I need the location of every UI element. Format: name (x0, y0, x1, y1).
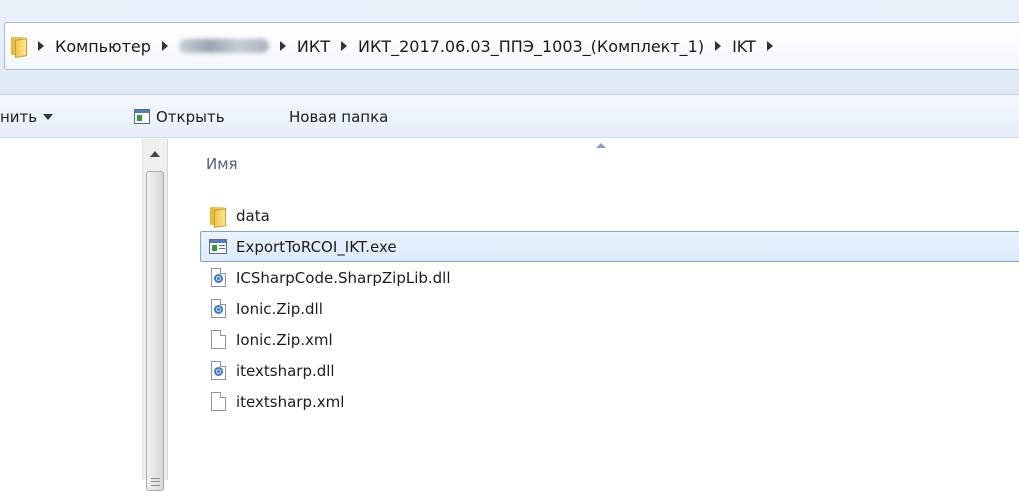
file-row-data[interactable]: data (200, 200, 1019, 231)
dll-icon (208, 299, 228, 319)
new-folder-label: Новая папка (289, 107, 389, 126)
open-window-icon (134, 109, 150, 125)
file-name: ExportToRCOI_IKT.exe (236, 237, 397, 256)
breadcrumb-ikt[interactable]: ИКТ (297, 37, 330, 56)
address-bar-area: Компьютер ИКТ ИКТ_2017.06.03_ППЭ_1003_(К… (0, 0, 1019, 94)
breadcrumb-chevron-icon[interactable] (279, 41, 286, 51)
folder-icon (208, 206, 228, 228)
breadcrumb-computer[interactable]: Компьютер (55, 37, 151, 56)
open-button[interactable]: Открыть (134, 95, 225, 138)
breadcrumb-chevron-icon[interactable] (766, 41, 773, 51)
address-bar[interactable]: Компьютер ИКТ ИКТ_2017.06.03_ППЭ_1003_(К… (4, 22, 1019, 70)
breadcrumb-ikt-current[interactable]: IKT (732, 37, 756, 56)
file-name: itextsharp.xml (236, 392, 345, 411)
new-folder-button[interactable]: Новая папка (289, 95, 388, 138)
file-list: data ExportToRCOI_IKT.exe ICSharpCode.Sh… (200, 200, 1019, 417)
breadcrumb-chevron-icon[interactable] (715, 41, 722, 51)
file-name: Ionic.Zip.xml (236, 330, 333, 349)
file-icon (208, 392, 228, 412)
breadcrumb-blurred-user[interactable] (178, 39, 269, 53)
grip-icon (151, 478, 160, 486)
file-row-sharpziplib[interactable]: ICSharpCode.SharpZipLib.dll (200, 262, 1019, 293)
scroll-up-button[interactable] (143, 139, 167, 169)
open-label: Открыть (156, 107, 225, 126)
file-name: ICSharpCode.SharpZipLib.dll (236, 268, 451, 287)
file-row-itextsharp-dll[interactable]: itextsharp.dll (200, 355, 1019, 386)
scroll-thumb[interactable] (146, 171, 164, 491)
file-row-exporttorcoi[interactable]: ExportToRCOI_IKT.exe (200, 231, 1019, 262)
root-folder-icon[interactable] (11, 37, 27, 58)
column-header-name[interactable]: Имя (206, 155, 238, 173)
file-row-itextsharp-xml[interactable]: itextsharp.xml (200, 386, 1019, 417)
exe-icon (208, 237, 228, 257)
sort-ascending-icon (596, 143, 606, 148)
file-name: data (236, 206, 270, 225)
organize-button[interactable]: нить (0, 95, 54, 138)
breadcrumb-ikt-package[interactable]: ИКТ_2017.06.03_ППЭ_1003_(Комплект_1) (358, 37, 704, 56)
breadcrumb-chevron-icon[interactable] (161, 41, 168, 51)
dll-icon (208, 268, 228, 288)
chevron-down-icon (43, 113, 54, 120)
file-row-ioniczip-dll[interactable]: Ionic.Zip.dll (200, 293, 1019, 324)
command-bar: нить Открыть Новая папка (0, 94, 1019, 138)
arrow-up-icon (150, 151, 160, 157)
breadcrumb-chevron-icon[interactable] (38, 41, 44, 51)
organize-label: нить (0, 107, 38, 126)
dll-icon (208, 361, 228, 381)
file-name: Ionic.Zip.dll (236, 299, 323, 318)
file-name: itextsharp.dll (236, 361, 335, 380)
breadcrumb-chevron-icon[interactable] (341, 41, 348, 51)
file-row-ioniczip-xml[interactable]: Ionic.Zip.xml (200, 324, 1019, 355)
nav-pane-scrollbar[interactable] (142, 139, 168, 491)
file-icon (208, 330, 228, 350)
